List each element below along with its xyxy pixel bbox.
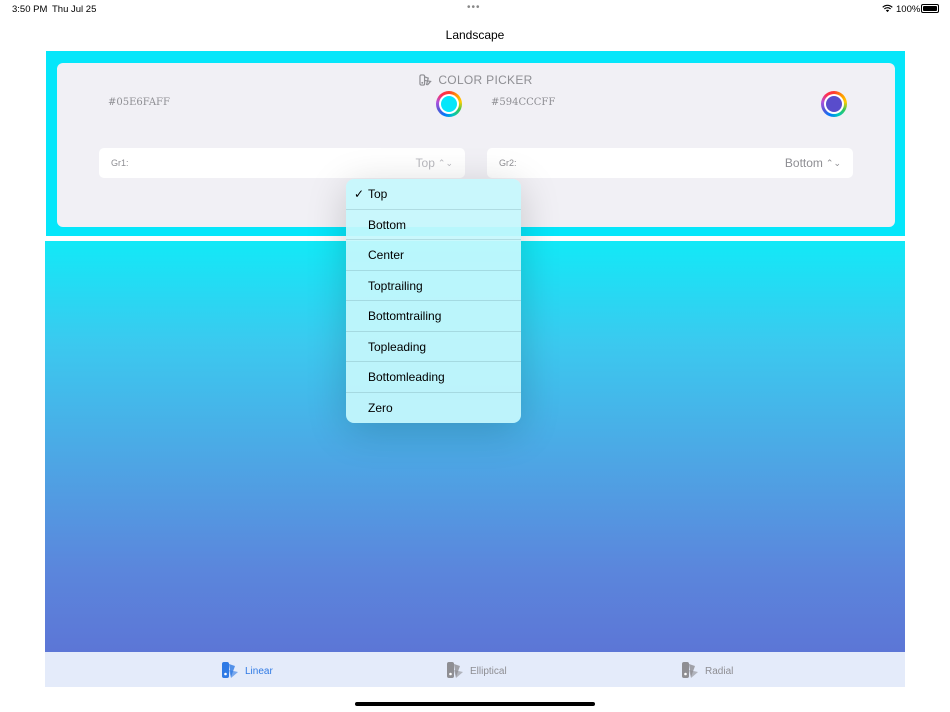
menu-item-top[interactable]: ✓ Top xyxy=(346,179,521,210)
menu-item-zero[interactable]: Zero xyxy=(346,393,521,424)
chevron-updown-icon: ⌃⌄ xyxy=(825,158,841,168)
card-header-label: COLOR PICKER xyxy=(438,73,533,87)
color2-well-button[interactable] xyxy=(821,91,847,117)
gr2-value: Bottom ⌃⌄ xyxy=(784,156,841,170)
menu-item-center[interactable]: Center xyxy=(346,240,521,271)
color1-hex-label: #05E6FAFF xyxy=(108,97,170,108)
card-header: COLOR PICKER xyxy=(57,73,895,87)
swatch-icon xyxy=(419,74,433,86)
tab-elliptical-label: Elliptical xyxy=(470,666,507,677)
tab-bar: Linear Elliptical Radial xyxy=(45,652,905,687)
menu-item-label: Top xyxy=(368,187,388,201)
chevron-updown-icon: ⌃⌄ xyxy=(437,158,453,168)
color1-well-button[interactable] xyxy=(436,91,462,117)
app-screen: 3:50 PM Thu Jul 25 ••• 100% Landscape CO… xyxy=(0,0,950,712)
menu-item-label: Bottomleading xyxy=(368,370,445,384)
status-time: 3:50 PM xyxy=(12,4,48,15)
color2-hex-label: #594CCCFF xyxy=(491,97,556,108)
menu-item-toptrailing[interactable]: Toptrailing xyxy=(346,271,521,301)
page-title: Landscape xyxy=(445,28,505,42)
status-bar: 3:50 PM Thu Jul 25 ••• 100% xyxy=(0,0,950,18)
menu-item-bottomleading[interactable]: Bottomleading xyxy=(346,362,521,393)
gr1-label: Gr1: xyxy=(111,158,129,168)
gr2-picker[interactable]: Gr2: Bottom ⌃⌄ xyxy=(487,148,853,178)
wifi-icon xyxy=(882,4,893,13)
battery-percent: 100% xyxy=(896,4,921,15)
menu-item-label: Bottom xyxy=(368,217,407,232)
menu-item-label: Toptrailing xyxy=(368,278,423,293)
home-indicator[interactable] xyxy=(355,702,595,706)
swatch-icon xyxy=(222,662,238,678)
swatch-icon xyxy=(447,662,463,678)
gr1-dropdown-menu: ✓ Top Bottom Center Toptrailing Bottomtr… xyxy=(346,179,521,423)
gr1-picker[interactable]: Gr1: Top ⌃⌄ xyxy=(99,148,465,178)
menu-item-label: Topleading xyxy=(368,339,427,354)
menu-item-label: Center xyxy=(368,248,405,262)
multitasking-dots-icon[interactable]: ••• xyxy=(467,2,481,13)
checkmark-icon: ✓ xyxy=(354,187,365,201)
tab-linear-label: Linear xyxy=(245,666,273,677)
menu-item-label: Bottomtrailing xyxy=(368,309,442,323)
battery-icon xyxy=(921,4,939,13)
status-date: Thu Jul 25 xyxy=(52,4,97,15)
swatch-icon xyxy=(682,662,698,678)
menu-item-bottom[interactable]: Bottom xyxy=(346,210,521,240)
menu-item-topleading[interactable]: Topleading xyxy=(346,332,521,362)
gr1-value: Top ⌃⌄ xyxy=(415,156,453,170)
menu-item-label: Zero xyxy=(368,400,393,415)
menu-item-bottomtrailing[interactable]: Bottomtrailing xyxy=(346,301,521,332)
gr2-label: Gr2: xyxy=(499,158,517,168)
color1-swatch xyxy=(441,96,457,112)
color2-swatch xyxy=(826,96,842,112)
tab-radial-label: Radial xyxy=(705,666,734,677)
